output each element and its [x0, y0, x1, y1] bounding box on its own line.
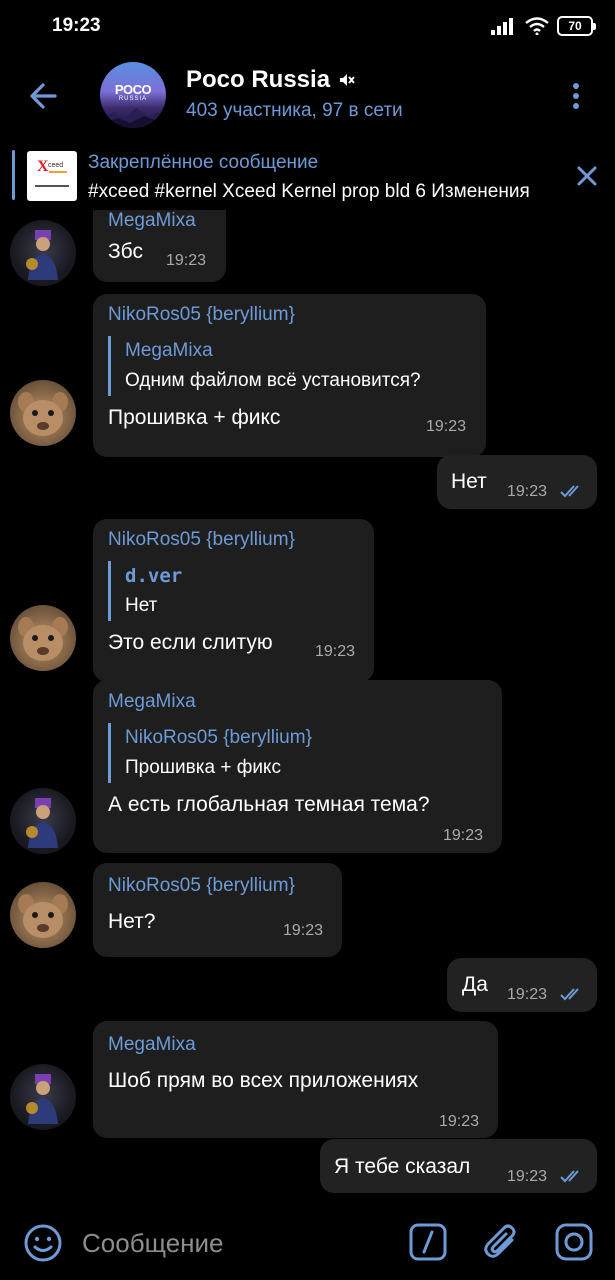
message-text: Да [462, 973, 488, 996]
message-sender[interactable]: NikoRos05 {beryllium} [108, 875, 295, 897]
message-bubble[interactable]: MegaMixa NikoRos05 {beryllium} Прошивка … [93, 680, 502, 853]
message-time: 19:23 [443, 827, 484, 844]
message-text: А есть глобальная темная тема? [108, 793, 430, 816]
reply-text: Одним файлом всё установится? [125, 370, 421, 391]
avatar-figure [26, 1074, 58, 1124]
message-composer [0, 1210, 615, 1280]
emoji-icon[interactable] [22, 1222, 64, 1264]
reply-quote[interactable]: d.ver Нет [108, 561, 182, 621]
svg-text:ceed: ceed [48, 162, 63, 169]
message-text: Нет [451, 470, 487, 493]
avatar-figure [26, 230, 58, 280]
chat-title[interactable]: Poco Russia [186, 66, 356, 94]
avatar-megamixa[interactable] [10, 1064, 76, 1130]
read-checkmarks-icon [560, 485, 579, 498]
avatar-megamixa[interactable] [10, 220, 76, 286]
pinned-indicator-bar [12, 150, 15, 200]
message-sender[interactable]: MegaMixa [108, 1034, 196, 1056]
wifi-icon [525, 17, 549, 35]
pinned-thumbnail: X ceed [27, 151, 77, 201]
reply-text: Прошивка + фикс [125, 757, 281, 778]
attach-paperclip-icon[interactable] [482, 1220, 522, 1264]
more-vertical-icon[interactable] [561, 78, 591, 114]
avatar-figure [18, 617, 68, 661]
avatar-figure [18, 894, 68, 938]
muted-icon [340, 74, 355, 86]
read-checkmarks-icon [560, 988, 579, 1001]
status-time: 19:23 [52, 15, 101, 36]
message-bubble[interactable]: NikoRos05 {beryllium} Нет? 19:23 [93, 863, 342, 957]
message-time: 19:23 [507, 1168, 548, 1185]
message-sender[interactable]: MegaMixa [108, 691, 196, 713]
message-time: 19:23 [507, 986, 548, 1003]
chat-header: POCO RUSSIA Poco Russia 403 участника, 9… [0, 54, 615, 140]
message-time: 19:23 [166, 252, 207, 269]
signal-icon [491, 18, 513, 35]
message-time: 19:23 [507, 483, 548, 500]
message-bubble-outgoing[interactable]: Да 19:23 [447, 958, 597, 1012]
camera-icon[interactable] [554, 1222, 594, 1262]
message-bubble-outgoing[interactable]: Я тебе сказал 19:23 [320, 1139, 597, 1193]
read-checkmarks-icon [560, 1170, 579, 1183]
avatar-megamixa[interactable] [10, 788, 76, 854]
message-sender[interactable]: NikoRos05 {beryllium} [108, 304, 295, 326]
reply-sender: MegaMixa [125, 340, 213, 361]
bot-commands-icon[interactable] [408, 1222, 448, 1262]
message-text: Збс [108, 240, 143, 263]
message-text: Это если слитую [108, 631, 273, 654]
avatar-figure [18, 392, 68, 436]
chat-title-text: Poco Russia [186, 66, 331, 93]
avatar-nikoros05[interactable] [10, 882, 76, 948]
reply-sender: NikoRos05 {beryllium} [125, 727, 312, 748]
message-time: 19:23 [315, 643, 356, 660]
avatar-logo-subtext: RUSSIA [118, 96, 148, 102]
reply-sender: d.ver [125, 565, 183, 587]
avatar-nikoros05[interactable] [10, 605, 76, 671]
battery-level: 70 [568, 19, 582, 33]
battery-indicator: 70 [557, 16, 596, 36]
pinned-title: Закреплённое сообщение [88, 152, 319, 173]
message-text: Прошивка + фикс [108, 406, 281, 429]
avatar-figure [26, 798, 58, 848]
message-bubble[interactable]: MegaMixa Шоб прям во всех приложениях 19… [93, 1021, 498, 1138]
message-sender[interactable]: MegaMixa [108, 210, 196, 232]
message-time: 19:23 [426, 418, 467, 435]
status-icons: 70 [491, 16, 596, 36]
message-time: 19:23 [439, 1113, 480, 1130]
pinned-message[interactable]: X ceed Закреплённое сообщение #xceed #ke… [0, 146, 615, 210]
message-sender[interactable]: NikoRos05 {beryllium} [108, 529, 295, 551]
message-list[interactable]: MegaMixa Збс 19:23 NikoRos05 {beryllium}… [0, 210, 615, 1210]
reply-quote[interactable]: NikoRos05 {beryllium} Прошивка + фикс [108, 723, 312, 783]
message-text: Я тебе сказал [334, 1155, 471, 1178]
reply-text: Нет [125, 595, 158, 616]
reply-quote[interactable]: MegaMixa Одним файлом всё установится? [108, 336, 421, 396]
back-arrow-icon[interactable] [24, 76, 64, 116]
avatar-logo-text: POCO [114, 82, 152, 97]
message-input[interactable] [82, 1226, 382, 1260]
pinned-text: #xceed #kernel Xceed Kernel prop bld 6 И… [88, 181, 530, 202]
chat-subtitle: 403 участника, 97 в сети [186, 100, 403, 121]
message-bubble-outgoing[interactable]: Нет 19:23 [437, 455, 597, 509]
message-text: Нет? [108, 910, 156, 933]
message-bubble[interactable]: NikoRos05 {beryllium} MegaMixa Одним фай… [93, 294, 486, 457]
message-time: 19:23 [283, 922, 324, 939]
status-bar: 19:23 70 [0, 0, 615, 54]
mountain-graphic [100, 108, 166, 128]
close-icon[interactable] [573, 162, 601, 190]
message-bubble[interactable]: MegaMixa Збс 19:23 [93, 210, 226, 282]
message-text: Шоб прям во всех приложениях [108, 1069, 419, 1092]
message-bubble[interactable]: NikoRos05 {beryllium} d.ver Нет Это если… [93, 519, 374, 682]
avatar-nikoros05[interactable] [10, 380, 76, 446]
chat-avatar[interactable]: POCO RUSSIA [100, 62, 166, 128]
xceed-logo: X ceed [35, 158, 69, 187]
